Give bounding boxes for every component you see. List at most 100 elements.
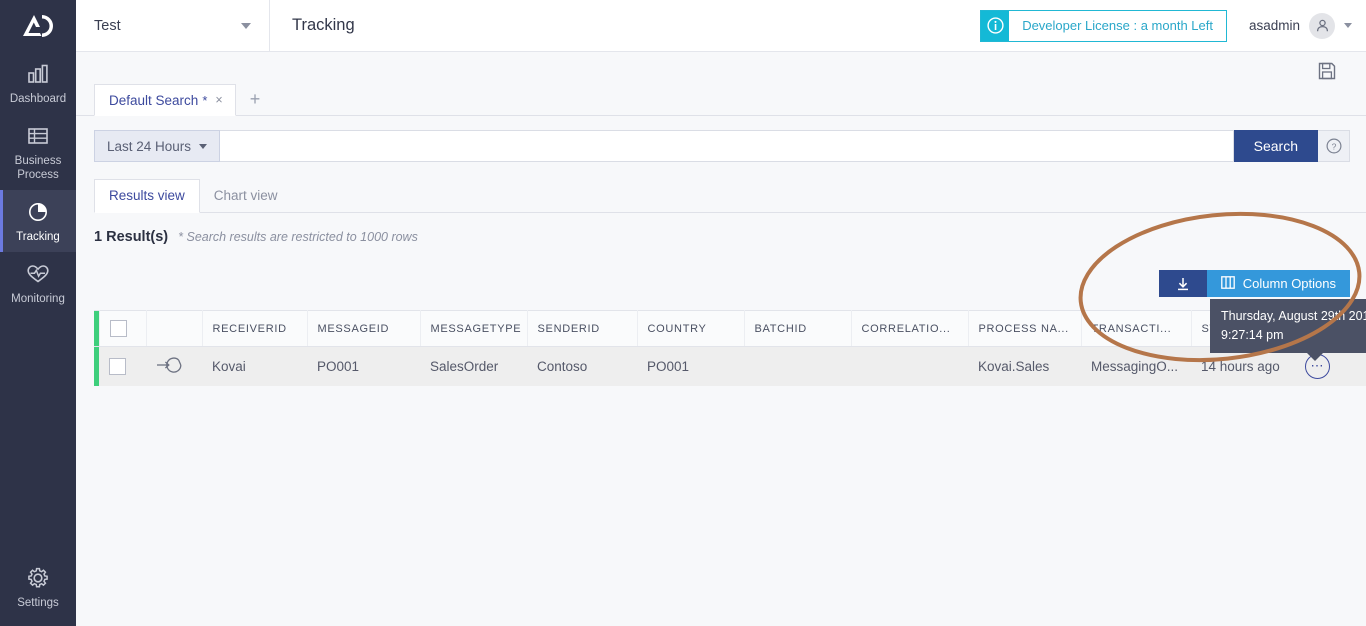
- save-search-button[interactable]: [1318, 62, 1336, 85]
- person-icon: [1316, 19, 1328, 32]
- started-on-tooltip: Thursday, August 29th 2019, 9:27:14 pm: [1210, 299, 1366, 361]
- arrow-clock-icon: [156, 357, 190, 377]
- column-options-button[interactable]: Column Options: [1206, 270, 1350, 297]
- info-icon: [981, 10, 1010, 41]
- app-logo[interactable]: [0, 0, 76, 52]
- result-note: * Search results are restricted to 1000 …: [178, 230, 418, 244]
- th-process-name[interactable]: PROCESS NA...: [968, 310, 1082, 347]
- cell-transactionid: MessagingO...: [1081, 346, 1191, 386]
- license-banner[interactable]: Developer License : a month Left: [980, 9, 1227, 42]
- download-icon: [1177, 277, 1188, 290]
- started-on-text: 14 hours ago: [1201, 358, 1280, 374]
- chevron-down-icon: [241, 22, 251, 29]
- table-action-bar: Column Options: [1158, 270, 1350, 297]
- cell-messageid: PO001: [307, 346, 420, 386]
- result-count: 1 Result(s): [94, 229, 169, 245]
- th-receiverid[interactable]: RECEIVERID: [202, 310, 308, 347]
- sidebar-item-business-process[interactable]: Business Process: [0, 114, 76, 190]
- bar-chart-icon: [27, 62, 49, 86]
- sidebar: Dashboard Business Process Tracking Moni…: [0, 0, 76, 626]
- caret-down-icon: [199, 143, 208, 149]
- environment-label: Test: [94, 17, 121, 34]
- user-name: asadmin: [1248, 18, 1300, 33]
- environment-selector[interactable]: Test: [76, 0, 270, 52]
- table-body: Kovai PO001 SalesOrder Contoso PO001 Kov…: [94, 346, 1366, 386]
- table-row[interactable]: Kovai PO001 SalesOrder Contoso PO001 Kov…: [94, 346, 1366, 386]
- cell-process-name: Kovai.Sales: [968, 346, 1081, 386]
- cell-messagetype: SalesOrder: [420, 346, 527, 386]
- time-range-label: Last 24 Hours: [107, 138, 192, 154]
- sidebar-item-label: Dashboard: [9, 93, 67, 105]
- results-table-wrap: RECEIVERID MESSAGEID MESSAGETYPE SENDERI…: [94, 310, 1366, 386]
- chevron-down-icon: [1344, 23, 1352, 28]
- user-menu[interactable]: asadmin: [1248, 12, 1352, 39]
- tooltip-text: Thursday, August 29th 2019, 9:27:14 pm: [1221, 309, 1366, 342]
- sidebar-item-tracking[interactable]: Tracking: [0, 190, 76, 252]
- table-head: RECEIVERID MESSAGEID MESSAGETYPE SENDERI…: [94, 310, 1366, 347]
- th-country[interactable]: COUNTRY: [637, 310, 745, 347]
- select-all-checkbox[interactable]: [109, 320, 127, 337]
- heart-pulse-icon: [26, 262, 50, 286]
- atomicscope-logo-icon: [23, 15, 53, 37]
- unsaved-indicator: *: [202, 92, 208, 108]
- results-summary: 1 Result(s) * Search results are restric…: [94, 229, 1366, 245]
- content-area: Default Search * × + Last 24 Hours Searc…: [76, 52, 1366, 626]
- sidebar-item-label: Settings: [17, 597, 59, 609]
- save-disk-icon: [1318, 62, 1336, 80]
- pie-chart-icon: [27, 200, 49, 224]
- th-transactionid[interactable]: TRANSACTI...: [1081, 310, 1192, 347]
- gear-icon: [27, 566, 49, 590]
- columns-icon: [1220, 275, 1235, 292]
- sidebar-item-label: Monitoring: [11, 293, 65, 305]
- add-search-tab-button[interactable]: +: [236, 83, 275, 115]
- search-help-button[interactable]: ?: [1318, 130, 1350, 162]
- table-header-row: RECEIVERID MESSAGEID MESSAGETYPE SENDERI…: [94, 310, 1366, 347]
- tooltip-tail: [1306, 352, 1324, 361]
- license-text: Developer License : a month Left: [1009, 10, 1226, 41]
- th-messagetype[interactable]: MESSAGETYPE: [420, 310, 528, 347]
- avatar: [1309, 12, 1335, 39]
- topbar: Test Tracking Developer License : a mont…: [76, 0, 1366, 52]
- results-table: RECEIVERID MESSAGEID MESSAGETYPE SENDERI…: [94, 310, 1366, 386]
- sidebar-item-settings[interactable]: Settings: [0, 556, 76, 618]
- sidebar-item-dashboard[interactable]: Dashboard: [0, 52, 76, 114]
- main-area: Test Tracking Developer License : a mont…: [76, 0, 1366, 626]
- row-select-cell[interactable]: [99, 346, 146, 386]
- svg-text:?: ?: [1331, 141, 1336, 151]
- tab-chart-view[interactable]: Chart view: [200, 180, 292, 212]
- th-senderid[interactable]: SENDERID: [527, 310, 638, 347]
- cell-country: PO001: [637, 346, 744, 386]
- row-flow-cell[interactable]: [146, 346, 202, 386]
- time-range-dropdown[interactable]: Last 24 Hours: [94, 130, 221, 162]
- cell-senderid: Contoso: [527, 346, 637, 386]
- sidebar-item-label: Business Process: [14, 155, 62, 181]
- save-row: [76, 52, 1366, 84]
- page-title: Tracking: [292, 16, 355, 34]
- cell-receiverid: Kovai: [202, 346, 307, 386]
- search-input[interactable]: [220, 130, 1234, 162]
- list-grid-icon: [27, 124, 49, 148]
- tab-results-view[interactable]: Results view: [94, 179, 200, 213]
- download-button[interactable]: [1158, 270, 1207, 297]
- row-checkbox[interactable]: [109, 357, 126, 375]
- app-root: Dashboard Business Process Tracking Moni…: [0, 0, 1366, 626]
- search-bar: Last 24 Hours Search ?: [94, 130, 1350, 162]
- topbar-right: Developer License : a month Left asadmin: [980, 9, 1366, 42]
- search-tab-default-search[interactable]: Default Search * ×: [94, 84, 236, 116]
- th-select-all[interactable]: [99, 310, 147, 347]
- cell-batchid: [744, 346, 851, 386]
- search-tabstrip: Default Search * × +: [76, 84, 1366, 116]
- column-options-label: Column Options: [1242, 276, 1336, 291]
- th-correlationid[interactable]: CORRELATIO...: [851, 310, 969, 347]
- search-tab-label: Default Search: [109, 92, 199, 108]
- close-icon[interactable]: ×: [215, 93, 222, 107]
- search-button[interactable]: Search: [1233, 130, 1318, 162]
- sidebar-item-monitoring[interactable]: Monitoring: [0, 252, 76, 314]
- cell-correlationid: [851, 346, 968, 386]
- view-tabs: Results view Chart view: [94, 178, 1366, 213]
- th-messageid[interactable]: MESSAGEID: [307, 310, 421, 347]
- th-flow: [146, 310, 203, 347]
- th-batchid[interactable]: BATCHID: [744, 310, 852, 347]
- sidebar-item-label: Tracking: [16, 231, 60, 243]
- question-circle-icon: ?: [1325, 138, 1342, 154]
